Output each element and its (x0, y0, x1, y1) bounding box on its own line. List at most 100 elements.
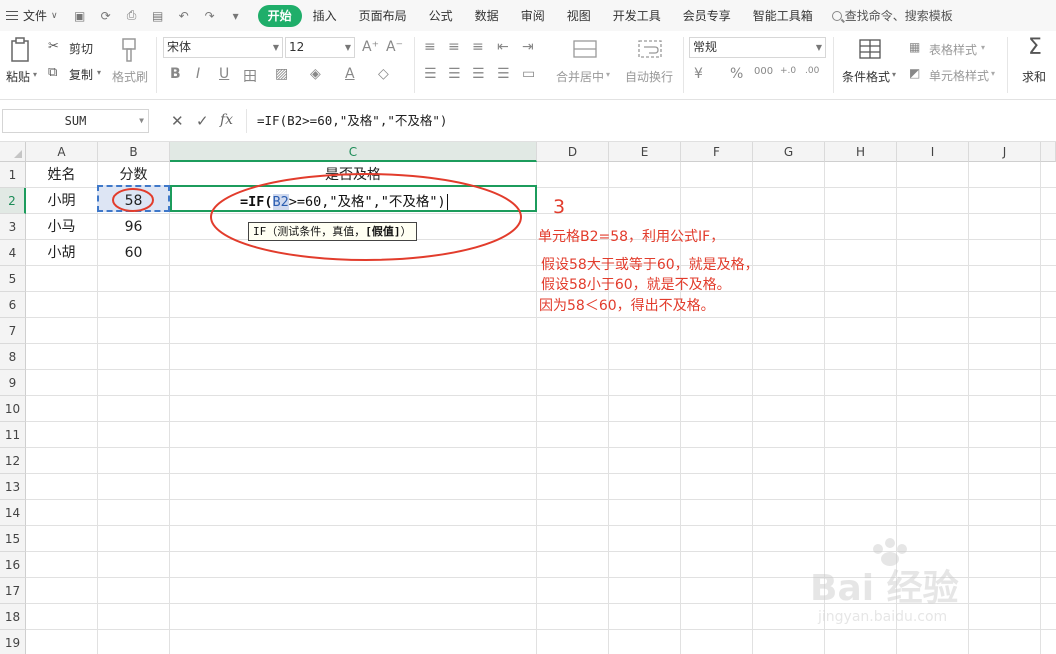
border-icon[interactable]: 田 (243, 66, 257, 86)
conditional-format-icon[interactable] (858, 38, 882, 60)
cut-button[interactable]: 剪切 (69, 40, 93, 57)
align-left-icon[interactable]: ☰ (424, 66, 437, 82)
ribbon-divider (156, 37, 157, 93)
cell-style-brush-icon[interactable]: ▨ (275, 66, 288, 82)
command-search-placeholder: 查找命令、搜索模板 (844, 9, 953, 23)
file-menu[interactable]: 文件 ∨ (6, 7, 58, 24)
print-icon[interactable]: ⎙ (124, 8, 140, 24)
cell-style-icon: ◩ (909, 66, 921, 80)
sigma-icon[interactable]: Σ (1028, 35, 1042, 60)
formula-input[interactable]: =IF(B2>=60,"及格","不及格") (246, 109, 1052, 133)
italic-icon[interactable]: I (196, 66, 200, 82)
underline-icon[interactable]: U (219, 66, 229, 82)
fill-color-icon[interactable]: ◈ (310, 66, 321, 82)
watermark-brand: Bai 经验 (810, 568, 959, 609)
thousands-icon[interactable]: 000 (754, 66, 773, 77)
decrease-font-icon[interactable]: A⁻ (386, 39, 403, 55)
cancel-icon[interactable]: ✕ (171, 112, 184, 130)
indent-decrease-icon[interactable]: ⇤ (497, 39, 509, 55)
format-painter-icon[interactable] (118, 37, 140, 65)
hamburger-icon (6, 11, 18, 20)
ribbon-divider (414, 37, 415, 93)
ribbon-divider (1007, 37, 1008, 93)
decrease-decimal-icon[interactable]: .00 (805, 66, 819, 76)
tab-member[interactable]: 会员专享 (672, 5, 742, 27)
table-style-icon: ▦ (909, 40, 921, 54)
percent-icon[interactable]: % (730, 66, 743, 82)
tab-smart-toolbox[interactable]: 智能工具箱 (742, 5, 824, 27)
tab-page-layout[interactable]: 页面布局 (348, 5, 418, 27)
increase-font-icon[interactable]: A⁺ (362, 39, 379, 55)
confirm-icon[interactable]: ✓ (196, 112, 209, 130)
command-search[interactable]: 查找命令、搜索模板 (831, 7, 953, 24)
name-box[interactable]: SUM ▼ (2, 109, 149, 133)
tab-review[interactable]: 审阅 (510, 5, 556, 27)
paste-icon[interactable] (9, 37, 31, 63)
chevron-down-icon: ▼ (139, 116, 144, 125)
annotation-line-3: 假设58小于60，就是不及格。 (541, 277, 731, 293)
increase-decimal-icon[interactable]: +.0 (780, 66, 796, 76)
format-painter-button[interactable]: 格式刷 (112, 68, 148, 85)
clear-format-icon[interactable]: ◇ (378, 66, 389, 82)
ribbon-divider (833, 37, 834, 93)
redo-icon[interactable]: ↷ (202, 8, 218, 24)
justify-icon[interactable]: ☰ (497, 66, 510, 82)
align-center-icon[interactable]: ☰ (448, 66, 461, 82)
wrap-text-button[interactable]: 自动换行 (625, 68, 673, 85)
number-format-select[interactable]: 常规 ▼ (689, 37, 826, 58)
wrap-text-icon[interactable] (637, 38, 663, 60)
tab-insert[interactable]: 插入 (302, 5, 348, 27)
annotation-ellipse-formula (210, 173, 522, 261)
print-preview-icon[interactable]: ▤ (150, 8, 166, 24)
align-top-icon[interactable]: ≡ (424, 39, 436, 55)
align-middle-icon[interactable]: ≡ (448, 39, 460, 55)
customize-toolbar-icon[interactable]: ▾ (228, 8, 244, 24)
sync-icon[interactable]: ⟳ (98, 8, 114, 24)
copy-button[interactable]: 复制 (69, 66, 93, 83)
paste-button[interactable]: 粘贴 (6, 68, 30, 85)
merge-dropdown-icon[interactable]: ▾ (606, 70, 610, 79)
align-right-icon[interactable]: ☰ (472, 66, 485, 82)
cell-style-dropdown-icon[interactable]: ▾ (991, 69, 995, 78)
scissors-icon: ✂ (48, 39, 59, 54)
conditional-format-button[interactable]: 条件格式 (842, 68, 890, 85)
annotation-line-4: 因为58＜60，得出不及格。 (539, 298, 715, 314)
bold-icon[interactable]: B (170, 66, 181, 82)
distributed-icon[interactable]: ▭ (522, 66, 535, 82)
font-color-icon[interactable]: A (345, 66, 355, 82)
menu-bar: 文件 ∨ ▣ ⟳ ⎙ ▤ ↶ ↷ ▾ 开始 插入 页面布局 公式 数据 审阅 视… (0, 0, 1056, 31)
tab-formulas[interactable]: 公式 (418, 5, 464, 27)
merge-center-button[interactable]: 合并居中 (556, 68, 604, 85)
tab-home[interactable]: 开始 (257, 4, 302, 27)
chevron-down-icon: ▼ (272, 43, 279, 52)
tab-view[interactable]: 视图 (556, 5, 602, 27)
baidu-jingyan-watermark: Bai 经验 jingyan.baidu.com (810, 537, 1010, 637)
font-name-select[interactable]: 宋体 ▼ (163, 37, 283, 58)
annotation-ellipse-b2 (112, 188, 154, 212)
annotation-step-number: 3 (553, 196, 566, 218)
copy-icon: ⧉ (48, 65, 58, 80)
sum-button[interactable]: 求和 (1022, 68, 1046, 85)
font-size-value: 12 (289, 40, 305, 54)
save-icon[interactable]: ▣ (72, 8, 88, 24)
ribbon-divider (683, 37, 684, 93)
currency-icon[interactable]: ¥ (694, 66, 703, 82)
paste-dropdown-icon[interactable]: ▾ (33, 70, 37, 79)
undo-icon[interactable]: ↶ (176, 8, 192, 24)
copy-dropdown-icon[interactable]: ▾ (97, 68, 101, 77)
ribbon-tabs: 开始 插入 页面布局 公式 数据 审阅 视图 开发工具 会员专享 智能工具箱 (257, 4, 824, 27)
ribbon-home: 粘贴 ▾ ✂ 剪切 ⧉ 复制 ▾ 格式刷 宋体 ▼ 12 ▼ A⁺ A⁻ B I… (0, 31, 1056, 100)
tab-developer[interactable]: 开发工具 (602, 5, 672, 27)
font-size-select[interactable]: 12 ▼ (285, 37, 355, 58)
search-icon (831, 10, 842, 21)
insert-function-icon[interactable]: fx (220, 112, 233, 128)
merge-cells-icon[interactable] (572, 38, 598, 60)
name-box-value: SUM (64, 114, 87, 128)
align-bottom-icon[interactable]: ≡ (472, 39, 484, 55)
table-style-dropdown-icon[interactable]: ▾ (981, 43, 985, 52)
conditional-format-dropdown-icon[interactable]: ▾ (892, 70, 896, 79)
tab-data[interactable]: 数据 (464, 5, 510, 27)
indent-increase-icon[interactable]: ⇥ (522, 39, 534, 55)
table-style-button[interactable]: 表格样式 (929, 41, 977, 58)
cell-style-button[interactable]: 单元格样式 (929, 67, 989, 84)
